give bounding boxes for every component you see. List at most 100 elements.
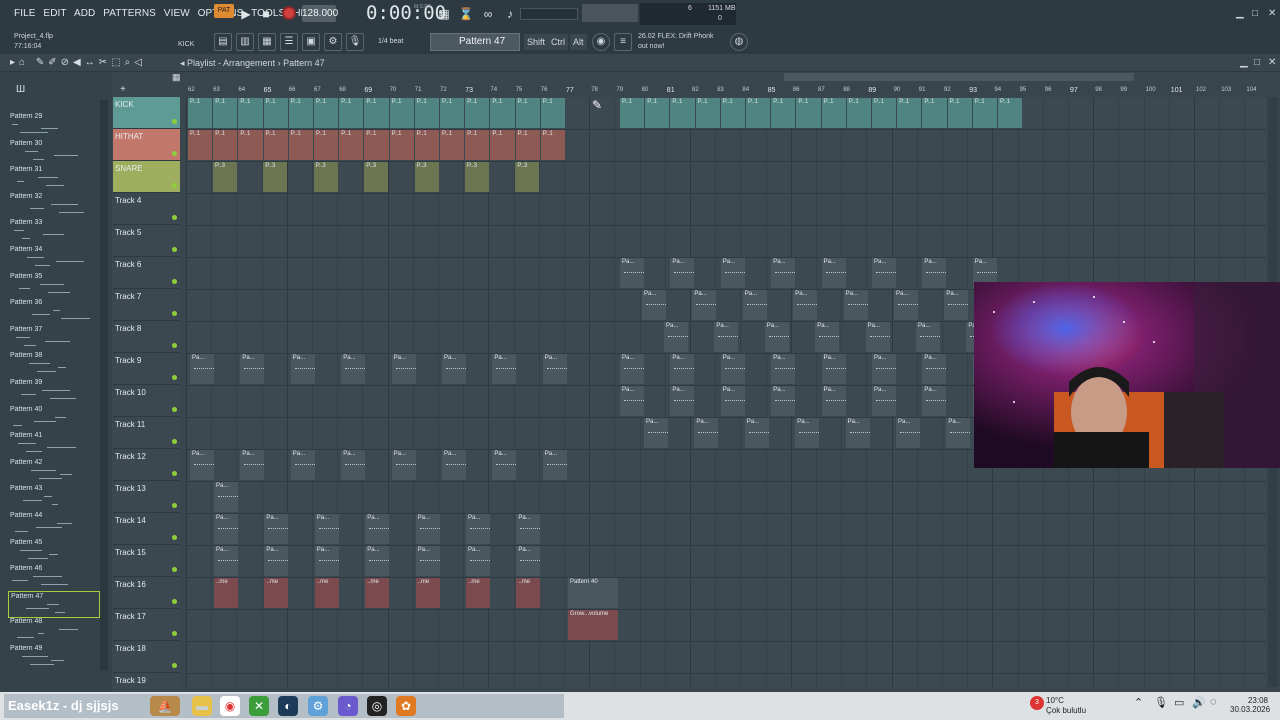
pattern-clip[interactable]: P..1 [922,98,947,128]
microphone-tray-icon[interactable]: 🎙 [1154,696,1168,709]
pattern-clip[interactable]: ..me [264,578,289,608]
maximize-icon[interactable]: □ [1252,8,1258,19]
track-header[interactable]: Track 10 [113,385,180,417]
pattern-clip[interactable]: Pa... [821,258,846,288]
track-mute-led[interactable] [172,567,177,572]
menu-view[interactable]: VIEW [164,8,190,19]
news-icon[interactable]: ≡ [614,33,632,51]
pattern-clip[interactable]: Pa... [714,322,739,352]
pattern-clip[interactable]: P..1 [720,98,745,128]
track-header[interactable]: HITHAT [113,129,180,161]
pattern-clip[interactable]: Pa... [922,386,947,416]
pattern-clip[interactable]: Pa... [314,514,339,544]
track-header[interactable]: Track 18 [113,641,180,673]
pattern-clip[interactable]: P..1 [465,130,490,160]
pattern-clip[interactable]: Pa... [516,546,541,576]
tempo-display[interactable]: 128.000 [302,5,338,22]
clock[interactable]: 23:08 30.03.2026 [1230,696,1270,714]
pattern-clip[interactable]: Pa... [620,386,644,416]
pattern-clip[interactable]: ..me [365,578,390,608]
pattern-clip[interactable]: P..1 [288,98,313,128]
pattern-clip[interactable]: P..3 [515,162,540,192]
pattern-clip[interactable]: P..1 [490,130,515,160]
pattern-clip[interactable]: Pa... [264,546,289,576]
pattern-clip[interactable]: Pa... [442,450,466,480]
select-tool-icon[interactable]: ⬚ [111,57,124,68]
track-header[interactable]: Track 15 [113,545,180,577]
pattern-clip[interactable]: Pa... [944,290,969,320]
track-header[interactable]: Track 5 [113,225,180,257]
record-button[interactable] [282,6,296,20]
pattern-clip[interactable]: P..1 [540,98,565,128]
tray-chevron-icon[interactable]: ⌃ [1134,696,1143,709]
playback-tool-icon[interactable]: ◁ [134,57,146,68]
pattern-clip[interactable]: Pa... [670,354,695,384]
pattern-clip[interactable]: Pa... [872,258,896,288]
pattern-clip[interactable]: Pattern 40 [568,578,618,608]
pattern-clip[interactable]: Pa... [922,354,947,384]
pattern-clip[interactable]: Pa... [664,322,688,352]
track-header[interactable]: Track 6 [113,257,180,289]
countdown-icon[interactable]: ⌛ [456,4,476,24]
pattern-clip[interactable]: P..1 [540,130,565,160]
track-header[interactable]: Track 11 [113,417,180,449]
menu-arrow-icon[interactable]: ▸ [10,57,19,68]
track-header[interactable]: Track 9 [113,353,180,385]
pattern-clip[interactable]: Pa... [214,482,238,512]
track-header[interactable]: Track 16 [113,577,180,609]
pattern-clip[interactable]: Pa... [771,386,796,416]
slice-tool-icon[interactable]: ✂ [99,57,111,68]
pattern-clip[interactable]: Pa... [815,322,840,352]
pattern-clip[interactable]: P..1 [490,98,515,128]
pattern-clip[interactable]: Pa... [442,354,466,384]
track-mute-led[interactable] [172,311,177,316]
xbox-icon[interactable]: ✕ [249,696,269,716]
pattern-clip[interactable]: Pa... [845,418,870,448]
menu-edit[interactable]: EDIT [43,8,66,19]
pattern-clip[interactable]: Pa... [922,258,947,288]
pattern-clip[interactable]: P..1 [213,130,238,160]
track-header[interactable]: SNARE [113,161,180,193]
close-icon[interactable]: ✕ [1268,8,1276,19]
pattern-clip[interactable]: P..1 [213,98,238,128]
pattern-clip[interactable]: Pa... [492,354,517,384]
track-mute-led[interactable] [172,631,177,636]
track-mute-led[interactable] [172,407,177,412]
pattern-clip[interactable]: P..3 [364,162,389,192]
pattern-clip[interactable]: Pa... [771,258,796,288]
pattern-clip[interactable]: Pa... [720,386,745,416]
discord-icon[interactable]: ◔ [338,696,358,716]
pattern-clip[interactable]: Pa... [516,514,541,544]
settings-app-icon[interactable]: ⚙ [308,696,328,716]
pattern-clip[interactable]: P..3 [313,162,338,192]
pattern-clip[interactable]: P..1 [339,98,364,128]
play-icon[interactable]: ▶ [236,4,256,24]
menu-patterns[interactable]: PATTERNS [103,8,156,19]
track-header[interactable]: Track 4 [113,193,180,225]
track-mute-led[interactable] [172,247,177,252]
pattern-clip[interactable]: P..1 [238,130,263,160]
pattern-clip[interactable]: Pa... [240,450,265,480]
pattern-clip[interactable]: Pa... [692,290,717,320]
minimize-icon[interactable]: ▁ [1236,8,1244,19]
back-arrow-icon[interactable]: ◂ [180,58,187,68]
track-mute-led[interactable] [172,183,177,188]
pattern-clip[interactable]: Pa... [415,514,440,544]
track-mute-led[interactable] [172,343,177,348]
pattern-clip[interactable]: P..1 [263,130,288,160]
track-header[interactable]: Track 8 [113,321,180,353]
paint-tool-icon[interactable]: ✐ [48,57,60,68]
pattern-clip[interactable]: Pa... [240,354,265,384]
menu-add[interactable]: ADD [74,8,95,19]
track-mute-led[interactable] [172,119,177,124]
pattern-clip[interactable]: Pa... [341,354,366,384]
pattern-clip[interactable]: Grow...volume [568,610,618,640]
pattern-clip[interactable]: ..me [214,578,238,608]
track-mute-led[interactable] [172,215,177,220]
zoom-tool-icon[interactable]: ⌕ [125,57,135,68]
pattern-clip[interactable]: P..1 [188,130,213,160]
add-track-icon[interactable]: + [120,84,126,95]
track-mute-led[interactable] [172,599,177,604]
loop-record-icon[interactable]: ∞ [478,4,498,24]
pattern-clip[interactable]: ..me [314,578,339,608]
